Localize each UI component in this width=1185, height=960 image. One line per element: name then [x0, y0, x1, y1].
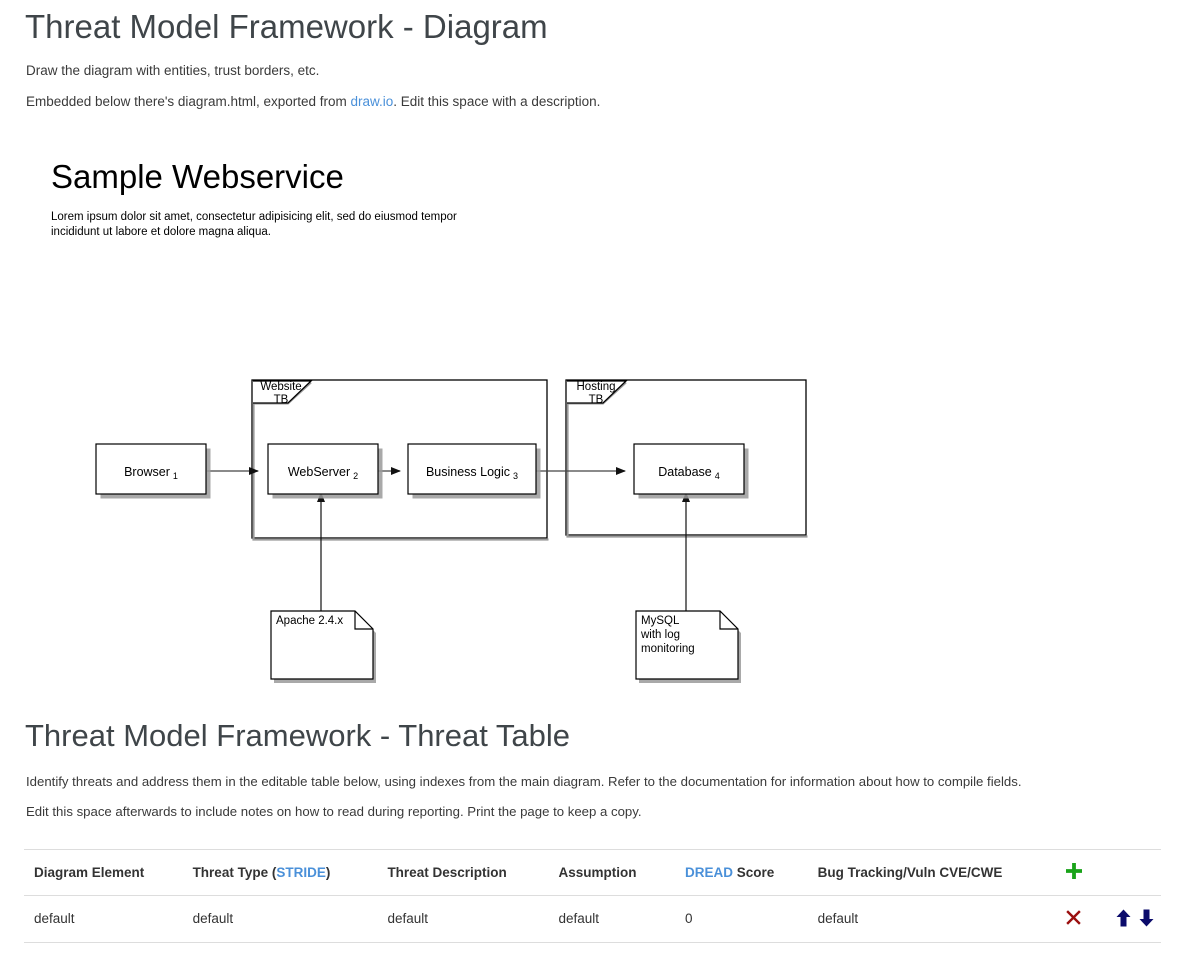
- arrow-down-icon[interactable]: [1138, 908, 1155, 931]
- column-header-diagram-element: Diagram Element: [24, 849, 183, 896]
- table-header-row: Diagram Element Threat Type (STRIDE) Thr…: [24, 849, 1161, 896]
- diagram-canvas: Website TB Hosting TB Browser 1 WebServe…: [95, 379, 808, 683]
- column-header-dread-score: DREAD Score: [674, 849, 808, 896]
- embedded-diagram: Sample Webservice Lorem ipsum dolor sit …: [0, 130, 1185, 710]
- diagram-node-webserver[interactable]: WebServer 2: [267, 443, 383, 499]
- dread-link[interactable]: DREAD: [685, 865, 733, 880]
- diagram-note-mysql-line-3: monitoring: [641, 643, 695, 655]
- trust-boundary-website-label-2: TB: [274, 394, 289, 406]
- trust-boundary-website-label-1: Website: [260, 381, 301, 393]
- cell-bug-tracking[interactable]: default: [807, 895, 1055, 943]
- table-row: default default default default 0 defaul…: [24, 895, 1161, 943]
- diagram-node-browser[interactable]: Browser 1: [95, 443, 211, 499]
- trust-boundary-hosting-label-1: Hosting: [577, 381, 616, 393]
- column-header-bug-tracking: Bug Tracking/Vuln CVE/CWE: [807, 849, 1055, 896]
- column-header-threat-type: Threat Type (STRIDE): [182, 849, 378, 896]
- threat-type-suffix: ): [325, 864, 331, 880]
- diagram-note-apache[interactable]: Apache 2.4.x: [270, 610, 376, 683]
- threat-table-title: Threat Model Framework - Threat Table: [25, 718, 571, 753]
- diagram-node-business-logic-label: Business Logic 3: [426, 465, 518, 481]
- diagram-note-mysql[interactable]: MySQL with log monitoring: [635, 610, 741, 683]
- diagram-node-database[interactable]: Database 4: [633, 443, 749, 499]
- diagram-note-mysql-line-2: with log: [640, 629, 680, 641]
- threat-table-description-1: Identify threats and address them in the…: [26, 774, 1022, 789]
- threat-table: Diagram Element Threat Type (STRIDE) Thr…: [24, 849, 1161, 943]
- cell-assumption[interactable]: default: [548, 895, 675, 943]
- stride-link[interactable]: STRIDE: [276, 865, 326, 880]
- trust-boundary-hosting-label-2: TB: [589, 394, 604, 406]
- diagram-node-browser-label: Browser 1: [124, 465, 178, 481]
- threat-table-description-2: Edit this space afterwards to include no…: [26, 804, 642, 819]
- diagram-node-webserver-label: WebServer 2: [288, 465, 358, 481]
- column-header-assumption: Assumption: [548, 849, 675, 896]
- cell-threat-description[interactable]: default: [377, 895, 549, 943]
- description-prefix: Embedded below there's diagram.html, exp…: [26, 94, 351, 109]
- plus-icon[interactable]: [1064, 861, 1084, 884]
- x-icon[interactable]: [1064, 908, 1083, 930]
- page-description-2: Embedded below there's diagram.html, exp…: [26, 94, 600, 109]
- description-suffix: . Edit this space with a description.: [393, 94, 601, 109]
- table-body: default default default default 0 defaul…: [24, 895, 1161, 943]
- cell-threat-type[interactable]: default: [182, 895, 378, 943]
- cell-diagram-element[interactable]: default: [24, 895, 183, 943]
- diagram-node-database-label: Database 4: [658, 465, 720, 481]
- drawio-link[interactable]: draw.io: [351, 94, 394, 109]
- page-title: Threat Model Framework - Diagram: [25, 8, 548, 45]
- diagram-note-apache-line-1: Apache 2.4.x: [276, 615, 343, 627]
- threat-type-prefix: Threat Type (: [192, 864, 277, 880]
- column-header-threat-description: Threat Description: [377, 849, 549, 896]
- cell-dread-score[interactable]: 0: [674, 895, 808, 943]
- column-header-actions: [1054, 849, 1161, 896]
- page-description-1: Draw the diagram with entities, trust bo…: [26, 63, 320, 78]
- diagram-note-mysql-line-1: MySQL: [641, 615, 680, 627]
- dread-suffix: Score: [733, 864, 775, 880]
- diagram-node-business-logic[interactable]: Business Logic 3: [407, 443, 541, 499]
- arrow-up-icon[interactable]: [1115, 908, 1132, 931]
- cell-row-actions: [1054, 895, 1161, 943]
